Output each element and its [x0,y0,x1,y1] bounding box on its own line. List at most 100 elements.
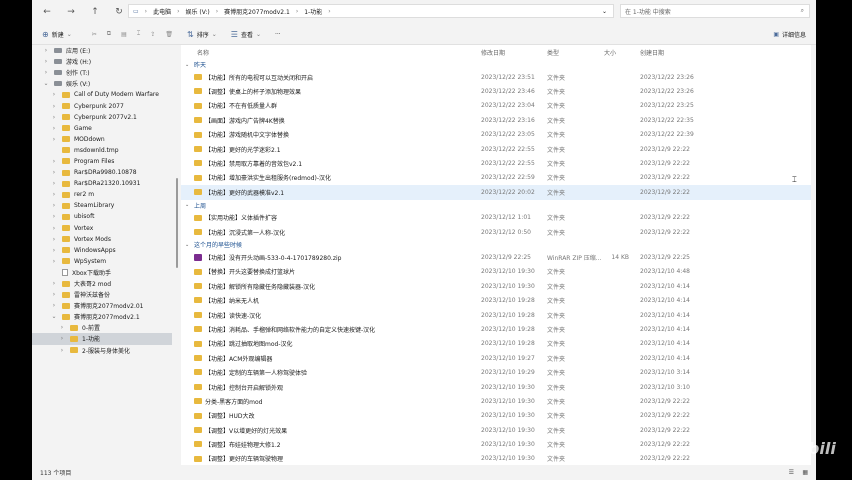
sidebar-item[interactable]: › Cyberpunk 2077v2.1 [32,112,172,123]
forward-icon[interactable]: → [64,5,78,19]
share-icon[interactable]: ⇪ [150,31,155,38]
sidebar-item[interactable]: › 2-服装与身体美化 [32,345,172,356]
chevron-right-icon[interactable]: › [42,47,50,54]
sidebar-item[interactable]: ⌄ 赛博朋克2077modv2.1 [32,311,172,322]
table-row[interactable]: 【功能】定制的车辆第一人称驾驶体验 2023/12/10 19:29 文件夹 2023… [181,365,811,379]
chevron-right-icon[interactable]: › [50,114,58,121]
chevron-right-icon[interactable]: › [58,335,66,342]
table-row[interactable]: 【功能】没有开头动画-533-0-4-1701789280.zip 2023/12… [181,250,811,264]
sidebar-item[interactable]: › 1-功能 [32,333,172,345]
chevron-right-icon[interactable]: › [50,247,58,254]
new-button[interactable]: ⊕ 新建 ⌄ [42,30,72,39]
sidebar-item[interactable]: › 大表哥2 mod [32,278,172,289]
table-row[interactable]: 【功能】纳米无人机 2023/12/10 19:28 文件夹 2023/12/10 4… [181,293,811,307]
sidebar-item[interactable]: › WpSystem [32,256,172,267]
chevron-down-icon[interactable]: ⌄ [185,62,189,68]
sidebar-item[interactable]: › 赛博朋克2077modv2.01 [32,300,172,311]
sidebar-item[interactable]: › Cyberpunk 2077 [32,100,172,111]
sort-button[interactable]: ⇅ 排序 ⌄ [187,30,217,39]
table-row[interactable]: 【功能】消耗品、手榴弹和网络软件能力的自定义快速按键-汉化 2023/12/10 … [181,322,811,336]
group-header[interactable]: ⌄ 这个月的早些时候 [181,239,811,250]
chevron-right-icon[interactable]: › [50,202,58,209]
sidebar-item[interactable]: › Program Files [32,156,172,167]
sidebar-item[interactable]: › Call of Duty Modern Warfare [32,89,172,100]
chevron-down-icon[interactable]: ⌄ [185,202,189,208]
sidebar-item[interactable]: Xbox下载助手 [32,267,172,278]
sidebar-item[interactable]: › 游戏 (H:) [32,56,172,67]
chevron-down-icon[interactable]: ⌄ [185,242,189,248]
chevron-right-icon[interactable]: › [58,324,66,331]
chevron-right-icon[interactable]: › [50,158,58,165]
breadcrumb-this-pc[interactable]: 此电脑 [153,7,171,16]
table-row[interactable]: 【功能】解锁所有隐藏任务隐藏装器-汉化 2023/12/10 19:30 文件夹 20… [181,279,811,293]
table-row[interactable]: 【功能】不在有低质量人群 2023/12/22 23:04 文件夹 2023/12/2… [181,99,811,113]
list-view-icon[interactable]: ☰ [789,469,794,476]
table-row[interactable]: 【功能】跳过抽取地图mod-汉化 2023/12/10 19:28 文件夹 2023/… [181,337,811,351]
chevron-down-icon[interactable]: ⌄ [50,313,58,320]
table-row[interactable]: 【功能】沉浸式第一人称-汉化 2023/12/12 0:50 文件夹 2023/12/… [181,225,811,239]
chevron-right-icon[interactable]: › [50,258,58,265]
table-row[interactable]: 【画面】游戏内广告牌4K替换 2023/12/22 23:16 文件夹 2023/12… [181,113,811,127]
table-row[interactable]: 【功能】更好的武器模准v2.1 2023/12/22 20:02 文件夹 2023/1… [181,185,811,200]
sidebar-item[interactable]: › ubisoft [32,211,172,222]
back-icon[interactable]: ← [40,5,54,19]
rename-icon[interactable]: ⌶ [137,30,141,38]
sidebar-item[interactable]: › Rar$DRa21320.10931 [32,178,172,189]
table-row[interactable]: 【替换】开头这要替换成打篮球片 2023/12/10 19:30 文件夹 2023/1… [181,265,811,279]
sidebar-item[interactable]: › 应用 (E:) [32,45,172,56]
breadcrumb-current-folder[interactable]: 1-功能 [304,7,322,16]
chevron-right-icon[interactable]: › [50,136,58,143]
more-button[interactable]: ··· [275,31,281,38]
navigation-scrollbar[interactable] [176,178,178,268]
chevron-right-icon[interactable]: › [58,347,66,354]
group-header[interactable]: ⌄ 昨天 [181,59,811,70]
chevron-down-icon[interactable]: ⌄ [42,80,50,87]
up-icon[interactable]: ↑ [88,5,102,19]
view-button[interactable]: ☰ 查看 ⌄ [231,30,261,39]
chevron-right-icon[interactable]: › [50,180,58,187]
table-row[interactable]: 【功能】ACM外观编辑器 2023/12/10 19:27 文件夹 2023/12/1… [181,351,811,365]
table-row[interactable]: 【功能】所有的电视可以互动关闭和开启 2023/12/22 23:51 文件夹 202… [181,70,811,84]
dropdown-icon[interactable]: ⌄ [602,8,607,15]
breadcrumb-drive[interactable]: 娱乐 (V:) [186,7,210,16]
column-header-name[interactable]: 名称 [197,48,209,57]
table-row[interactable]: 【调整】HUD大改 2023/12/10 19:30 文件夹 2023/12/9 22… [181,409,811,423]
sidebar-item[interactable]: › WindowsApps [32,245,172,256]
chevron-right-icon[interactable]: › [42,69,50,76]
sidebar-item[interactable]: › 创作 (T:) [32,67,172,78]
chevron-right-icon[interactable]: › [50,91,58,98]
chevron-right-icon[interactable]: › [50,236,58,243]
column-header-size[interactable]: 大小 [604,48,616,57]
breadcrumb-parent-folder[interactable]: 赛博朋克2077modv2.1 [224,7,290,16]
table-row[interactable]: 【功能】游戏随机中文字体替换 2023/12/22 23:05 文件夹 2023/12… [181,128,811,142]
paste-icon[interactable]: ▤ [121,31,127,38]
table-row[interactable]: 分类-黑客方面的mod 2023/12/10 19:30 文件夹 2023/12/9 … [181,394,811,408]
sidebar-item[interactable]: › rer2 m [32,189,172,200]
refresh-icon[interactable]: ↻ [112,5,126,19]
chevron-right-icon[interactable]: › [50,125,58,132]
details-button[interactable]: ▣ 详细信息 [773,24,806,44]
table-row[interactable]: 【调整】更好的车辆驾驶物理 2023/12/10 19:30 文件夹 2023/12/… [181,452,811,465]
table-row[interactable]: 【调整】布娃娃物理大修1.2 2023/12/10 19:30 文件夹 2023/12… [181,437,811,451]
chevron-right-icon[interactable]: › [50,213,58,220]
group-header[interactable]: ⌄ 上周 [181,200,811,211]
sidebar-item[interactable]: msdownld.tmp [32,145,172,156]
table-row[interactable]: 【功能】禁用取方靠着的音效包v2.1 2023/12/22 22:55 文件夹 202… [181,156,811,170]
chevron-right-icon[interactable]: › [50,280,58,287]
sidebar-item[interactable]: › Rar$DRa9980.10878 [32,167,172,178]
sidebar-item[interactable]: › SteamLibrary [32,200,172,211]
sidebar-item[interactable]: › Game [32,123,172,134]
column-header-created[interactable]: 创建日期 [640,48,664,57]
sidebar-item[interactable]: › Vortex [32,223,172,234]
delete-icon[interactable]: 🗑 [165,31,173,38]
chevron-right-icon[interactable]: › [50,302,58,309]
cut-icon[interactable]: ✂ [92,31,97,38]
chevron-right-icon[interactable]: › [50,191,58,198]
breadcrumb[interactable]: ▭ › 此电脑 › 娱乐 (V:) › 赛博朋克2077modv2.1 › 1-… [128,4,614,18]
sidebar-item[interactable]: › MODdown [32,134,172,145]
table-row[interactable]: 【调整】使桌上的杯子添加物理效果 2023/12/22 23:46 文件夹 2023/… [181,84,811,98]
sidebar-item[interactable]: › 0-前置 [32,322,172,333]
copy-icon[interactable]: ⧉ [107,30,111,38]
chevron-right-icon[interactable]: › [50,169,58,176]
table-row[interactable]: 【功能】读快速-汉化 2023/12/10 19:28 文件夹 2023/12/10 … [181,308,811,322]
